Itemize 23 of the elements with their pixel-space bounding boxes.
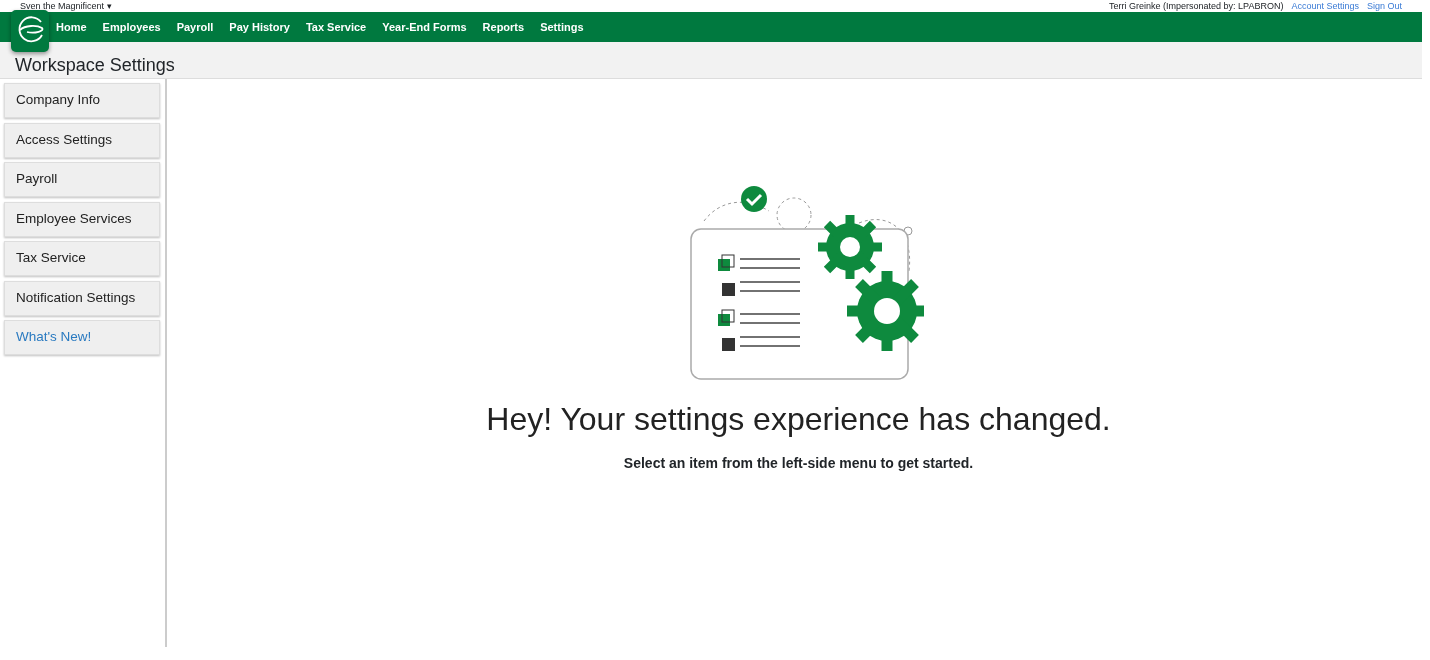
user-name: Terri Greinke (Impersonated by: LPABRON) [1109, 0, 1284, 12]
sidebar-item[interactable]: Notification Settings [4, 280, 160, 316]
sidebar-item[interactable]: Employee Services [4, 201, 160, 237]
sidebar-item[interactable]: Payroll [4, 162, 160, 197]
nav-tab[interactable]: Payroll [168, 12, 222, 42]
sidebar-link[interactable]: What's New! [4, 320, 160, 355]
nav-tab[interactable]: Pay History [221, 12, 298, 42]
main-heading: Hey! Your settings experience has changed. [486, 400, 1111, 439]
nav-tab[interactable]: Home [48, 12, 95, 42]
nav-tab[interactable]: Year-End Forms [374, 12, 475, 42]
nav-tab[interactable]: Settings [532, 12, 592, 42]
nav-tab[interactable]: Reports [474, 12, 533, 42]
sidebar-item[interactable]: Tax Service [4, 241, 160, 276]
top-link[interactable]: Sign Out [1366, 0, 1402, 12]
nav-tab[interactable]: Tax Service [297, 12, 375, 42]
top-link[interactable]: Account Settings [1291, 0, 1359, 12]
sidebar-item[interactable]: Company Info [4, 83, 160, 118]
app-logo[interactable] [11, 10, 49, 52]
company-switcher[interactable]: Sven the Magnificent ▾ [20, 0, 112, 12]
nav-tab[interactable]: Employees [94, 12, 169, 42]
instruction-text: Select an item from the left-side menu to get started. [623, 454, 974, 473]
sidebar-item[interactable]: Access Settings [4, 122, 160, 158]
page-title: Workspace Settings [0, 42, 1422, 79]
